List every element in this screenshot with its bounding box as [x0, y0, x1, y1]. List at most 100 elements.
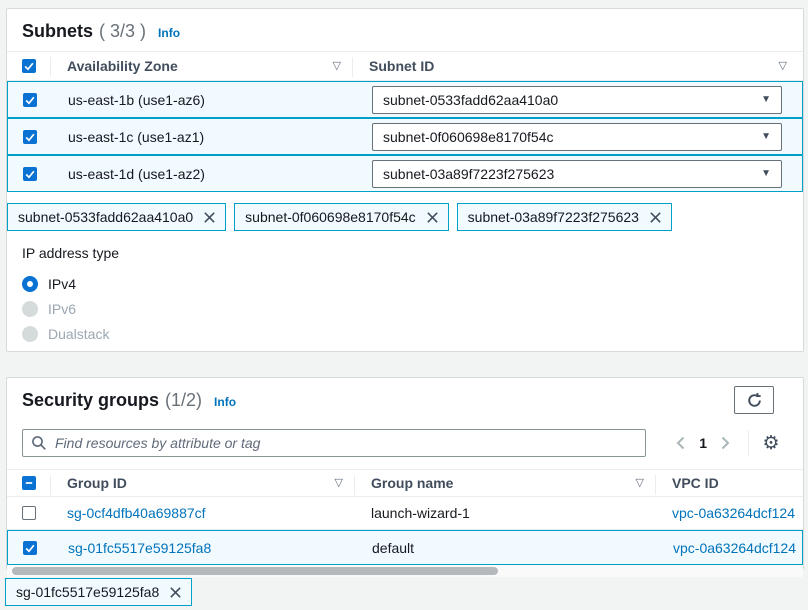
chevron-right-icon: [719, 435, 731, 451]
subnets-select-all-checkbox[interactable]: [22, 59, 36, 73]
subnets-select-all-cell: [7, 52, 51, 80]
vpc-id-cell: vpc-0a63264dcf124: [657, 540, 802, 556]
dismiss-icon[interactable]: [649, 211, 662, 224]
dismiss-icon[interactable]: [203, 211, 216, 224]
group-id-link[interactable]: sg-0cf4dfb40a69887cf: [67, 505, 206, 521]
radio-button-ipv6: [22, 301, 38, 317]
vpc-id-link[interactable]: vpc-0a63264dcf124: [673, 540, 796, 556]
dropdown-arrow-icon: ▼: [761, 131, 771, 142]
column-label: Subnet ID: [369, 58, 434, 74]
security-group-row: sg-01fc5517e59125fa8 default vpc-0a63264…: [7, 530, 803, 565]
column-header-availability-zone: Availability Zone ▽: [51, 52, 353, 80]
subnet-id-dropdown[interactable]: subnet-03a89f7223f275623 ▼: [372, 160, 782, 188]
sg-select-all-cell: [7, 470, 51, 496]
group-id-cell: sg-01fc5517e59125fa8: [52, 540, 356, 556]
group-id-link[interactable]: sg-01fc5517e59125fa8: [68, 540, 211, 556]
search-input[interactable]: [22, 429, 646, 457]
column-label: Availability Zone: [67, 58, 178, 74]
search-box: [22, 429, 646, 457]
sort-icon[interactable]: ▽: [779, 61, 787, 72]
ip-address-type-label: IP address type: [22, 245, 803, 261]
column-label: VPC ID: [672, 475, 719, 491]
subnet-id-dropdown-value: subnet-0f060698e8170f54c: [383, 129, 553, 145]
dismiss-icon[interactable]: [426, 211, 439, 224]
column-header-group-id: Group ID ▽: [51, 470, 355, 496]
checkmark-icon: [24, 131, 36, 143]
column-header-vpc-id: VPC ID: [656, 470, 803, 496]
security-group-row: sg-0cf4dfb40a69887cf launch-wizard-1 vpc…: [7, 497, 803, 530]
checkmark-icon: [24, 94, 36, 106]
subnet-row-checkbox[interactable]: [23, 130, 37, 144]
security-groups-count: (1/2): [165, 390, 202, 411]
availability-zone-value: us-east-1b (use1-az6): [52, 92, 354, 108]
subnet-id-cell: subnet-03a89f7223f275623 ▼: [354, 160, 802, 188]
checkmark-icon: [23, 60, 35, 72]
checkmark-icon: [24, 168, 36, 180]
subnet-token: subnet-0f060698e8170f54c: [234, 203, 448, 231]
radio-button-ipv4[interactable]: [22, 276, 38, 292]
indeterminate-icon: [24, 478, 34, 488]
row-checkbox-cell: [8, 93, 52, 107]
row-checkbox-cell: [8, 130, 52, 144]
security-groups-title: Security groups: [22, 390, 159, 411]
radio-label: Dualstack: [48, 326, 109, 342]
current-page-number: 1: [692, 435, 714, 451]
subnet-row-checkbox[interactable]: [23, 93, 37, 107]
column-header-group-name: Group name ▽: [355, 470, 656, 496]
security-groups-info-link[interactable]: Info: [214, 395, 236, 409]
subnet-id-dropdown[interactable]: subnet-0533fadd62aa410a0 ▼: [372, 86, 782, 114]
radio-option-dualstack: Dualstack: [22, 321, 803, 346]
security-groups-panel-header: Security groups (1/2) Info: [7, 378, 803, 420]
sg-select-all-checkbox[interactable]: [22, 476, 36, 490]
sg-row-checkbox[interactable]: [22, 506, 36, 520]
security-group-token: sg-01fc5517e59125fa8: [5, 578, 192, 606]
radio-label: IPv6: [48, 301, 76, 317]
subnets-panel: Subnets ( 3/3 ) Info Availability Zone ▽…: [6, 8, 804, 352]
sort-icon[interactable]: ▽: [335, 478, 343, 489]
column-label: Group ID: [67, 475, 127, 491]
sg-row-checkbox[interactable]: [23, 541, 37, 555]
subnet-token-label: subnet-0533fadd62aa410a0: [18, 209, 193, 225]
preferences-button[interactable]: ⚙: [759, 431, 783, 455]
subnet-token-label: subnet-03a89f7223f275623: [468, 209, 639, 225]
pagination: 1 ⚙: [670, 430, 783, 456]
group-name-value: launch-wizard-1: [355, 505, 656, 521]
subnets-info-link[interactable]: Info: [158, 26, 180, 40]
subnet-id-dropdown[interactable]: subnet-0f060698e8170f54c ▼: [372, 123, 782, 151]
refresh-button[interactable]: [734, 386, 774, 414]
subnet-id-dropdown-value: subnet-0533fadd62aa410a0: [383, 92, 558, 108]
subnet-token: subnet-0533fadd62aa410a0: [7, 203, 226, 231]
sort-icon[interactable]: ▽: [333, 61, 341, 72]
radio-option-ipv6: IPv6: [22, 296, 803, 321]
security-groups-panel: Security groups (1/2) Info 1: [6, 377, 804, 570]
security-groups-table-header: Group ID ▽ Group name ▽ VPC ID: [7, 469, 803, 497]
security-group-token-label: sg-01fc5517e59125fa8: [16, 584, 159, 600]
ip-address-type-group: IP address type IPv4 IPv6 Dualstack: [7, 245, 803, 346]
column-label: Group name: [371, 475, 453, 491]
checkmark-icon: [24, 542, 36, 554]
group-id-cell: sg-0cf4dfb40a69887cf: [51, 505, 355, 521]
subnets-panel-header: Subnets ( 3/3 ) Info: [7, 9, 803, 51]
sort-icon[interactable]: ▽: [636, 478, 644, 489]
vpc-id-link[interactable]: vpc-0a63264dcf124: [672, 505, 795, 521]
availability-zone-value: us-east-1c (use1-az1): [52, 129, 354, 145]
horizontal-scrollbar-thumb[interactable]: [12, 567, 498, 575]
subnet-id-dropdown-value: subnet-03a89f7223f275623: [383, 166, 554, 182]
dismiss-icon[interactable]: [169, 586, 182, 599]
radio-label: IPv4: [48, 276, 76, 292]
radio-option-ipv4: IPv4: [22, 271, 803, 296]
subnet-id-cell: subnet-0f060698e8170f54c ▼: [354, 123, 802, 151]
subnet-row-checkbox[interactable]: [23, 167, 37, 181]
radio-button-dualstack: [22, 326, 38, 342]
subnet-row: us-east-1c (use1-az1) subnet-0f060698e81…: [7, 118, 803, 155]
availability-zone-value: us-east-1d (use1-az2): [52, 166, 354, 182]
vpc-id-cell: vpc-0a63264dcf124: [656, 505, 803, 521]
row-checkbox-cell: [8, 541, 52, 555]
security-groups-toolbar: 1 ⚙: [22, 429, 783, 457]
selected-subnet-tokens: subnet-0533fadd62aa410a0 subnet-0f060698…: [7, 203, 803, 231]
subnet-row: us-east-1b (use1-az6) subnet-0533fadd62a…: [7, 81, 803, 118]
previous-page-button[interactable]: [670, 431, 692, 455]
next-page-button[interactable]: [714, 431, 736, 455]
subnet-id-cell: subnet-0533fadd62aa410a0 ▼: [354, 86, 802, 114]
subnet-token: subnet-03a89f7223f275623: [457, 203, 672, 231]
